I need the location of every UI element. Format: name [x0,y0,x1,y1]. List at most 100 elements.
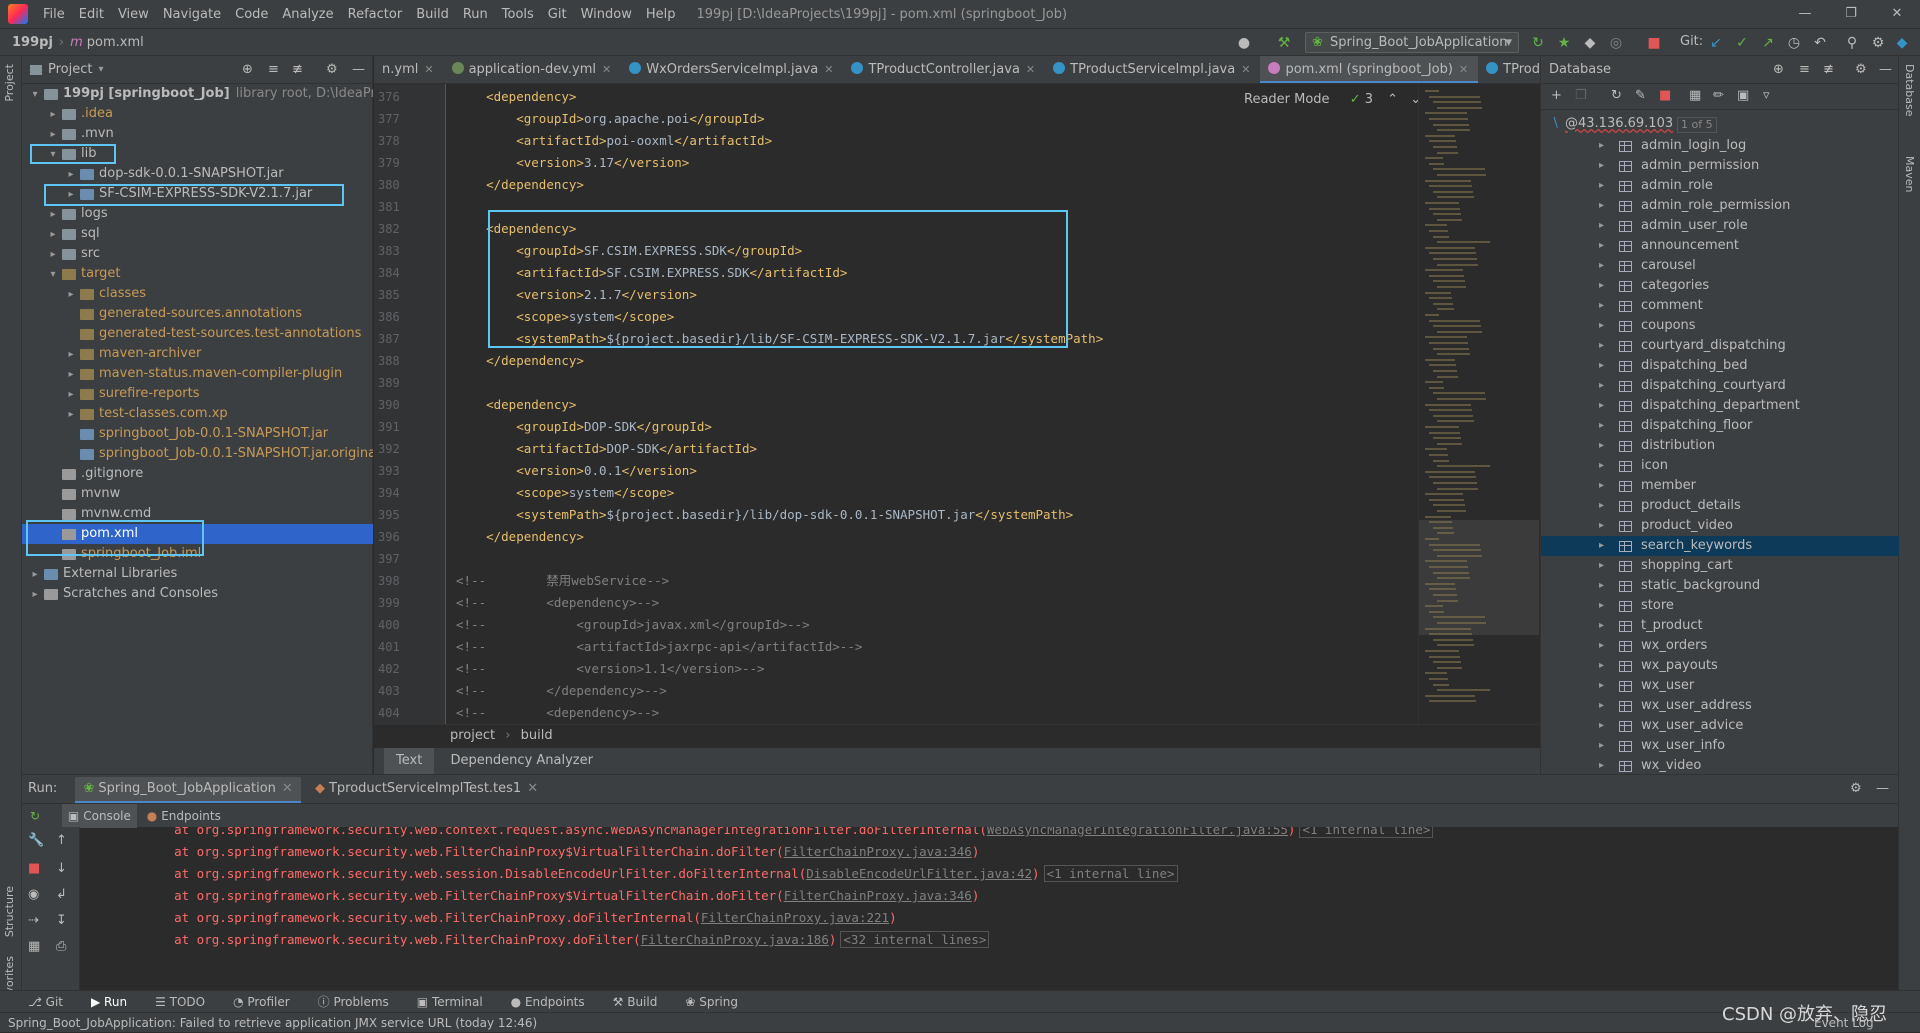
properties-icon[interactable]: ✎ [1635,88,1646,103]
search-icon[interactable]: ⚲ [1844,35,1860,51]
project-tree-item[interactable]: ▸ logs [22,204,373,224]
chevron-icon[interactable]: ▾ [46,265,60,284]
rollback-icon[interactable]: ↶ [1812,35,1828,51]
dependency-analyzer-tab[interactable]: Dependency Analyzer [438,748,605,774]
project-tree-item[interactable]: ▸ test-classes.com.xp [22,404,373,424]
project-tree-item[interactable]: mvnw [22,484,373,504]
scroll-to-end-icon[interactable]: ↧ [56,913,67,928]
stop-icon[interactable]: ■ [1659,88,1671,103]
chevron-right-icon[interactable]: ▸ [1599,256,1604,276]
chevron-right-icon[interactable]: ▸ [1599,176,1604,196]
menu-item-window[interactable]: Window [574,7,639,22]
chevron-icon[interactable]: ▸ [64,345,78,364]
chevron-icon[interactable]: ▸ [64,405,78,424]
settings-icon[interactable]: ⚙ [1870,35,1886,51]
crumb-project[interactable]: project [450,728,495,743]
run-tab-test[interactable]: ◆ TproductServiceImplTest.tes1 ✕ [315,781,538,796]
internal-lines-fold[interactable]: <32 internal lines> [840,931,990,948]
hide-icon[interactable]: — [1876,775,1889,803]
db-table-item[interactable]: ▸ dispatching_courtyard [1541,376,1899,396]
db-table-item[interactable]: ▸ wx_orders [1541,636,1899,656]
chevron-icon[interactable]: ▸ [28,585,42,604]
text-tab[interactable]: Text [384,748,435,777]
chevron-icon[interactable]: ▸ [64,285,78,304]
menu-item-view[interactable]: View [111,7,156,22]
db-table-item[interactable]: ▸ admin_login_log [1541,136,1899,156]
chevron-down-icon[interactable]: ▾ [98,64,103,75]
editor-tab[interactable]: pom.xml (springboot_Job) ✕ [1260,56,1479,83]
db-table-item[interactable]: ▸ announcement [1541,236,1899,256]
locate-icon[interactable]: ⊕ [242,62,253,77]
db-table-item[interactable]: ▸ wx_video [1541,756,1899,776]
collapse-all-icon[interactable]: ≢ [1823,62,1834,77]
db-table-item[interactable]: ▸ admin_user_role [1541,216,1899,236]
add-icon[interactable]: + [1551,88,1562,103]
wrench-icon[interactable]: 🔧 [28,833,44,848]
tool-window-endpoints[interactable]: ● Endpoints [497,995,585,1009]
menu-item-file[interactable]: File [36,7,72,22]
editor-tab[interactable]: WxOrdersServiceImpl.java ✕ [621,56,843,83]
chevron-icon[interactable]: ▸ [46,245,60,264]
db-table-item[interactable]: ▸ wx_user [1541,676,1899,696]
inspection-count[interactable]: 3 [1365,92,1373,107]
tool-window-build[interactable]: ⚒ Build [599,995,658,1009]
chevron-right-icon[interactable]: ▸ [1599,676,1604,696]
breadcrumb-project[interactable]: 199pj [0,35,53,50]
project-tree-item[interactable]: generated-test-sources.test-annotations [22,324,373,344]
rerun-icon[interactable]: ↻ [30,809,40,823]
locate-icon[interactable]: ⊕ [1773,62,1784,77]
chevron-right-icon[interactable]: ▸ [1599,136,1604,156]
editor-tab[interactable]: n.yml ✕ [374,56,444,83]
soft-wrap-icon[interactable]: ↲ [56,887,67,902]
account-icon[interactable]: ● [1236,35,1252,51]
menu-item-analyze[interactable]: Analyze [275,7,340,22]
db-table-item[interactable]: ▸ wx_payouts [1541,656,1899,676]
db-table-item[interactable]: ▸ store [1541,596,1899,616]
debug-icon[interactable]: ★ [1556,35,1572,51]
db-table-item[interactable]: ▸ product_video [1541,516,1899,536]
menu-item-code[interactable]: Code [228,7,275,22]
chevron-icon[interactable]: ▸ [28,565,42,584]
chevron-icon[interactable]: ▾ [28,85,42,104]
close-icon[interactable]: ✕ [1241,63,1250,76]
db-table-item[interactable]: ▸ dispatching_floor [1541,416,1899,436]
close-icon[interactable]: ✕ [527,781,538,796]
layout-icon[interactable]: ▦ [28,939,40,954]
chevron-right-icon[interactable]: ▸ [1599,236,1604,256]
db-table-item[interactable]: ▸ search_keywords [1541,536,1899,556]
structure-tool-tab[interactable]: Structure [3,886,16,937]
db-table-item[interactable]: ▸ admin_role [1541,176,1899,196]
chevron-icon[interactable]: ▸ [64,385,78,404]
hide-icon[interactable]: — [352,62,365,77]
chevron-right-icon[interactable]: ▸ [1599,336,1604,356]
close-icon[interactable]: ✕ [1026,63,1035,76]
close-icon[interactable]: ✕ [424,63,433,76]
project-tree-item[interactable]: springboot_Job-0.0.1-SNAPSHOT.jar [22,424,373,444]
tool-window-spring[interactable]: ❀ Spring [671,995,738,1009]
chevron-right-icon[interactable]: ▸ [1599,656,1604,676]
chevron-right-icon[interactable]: ▸ [1599,356,1604,376]
minimize-button[interactable]: — [1782,0,1828,28]
db-table-item[interactable]: ▸ t_product [1541,616,1899,636]
tool-window-run[interactable]: ▶ Run [77,995,127,1009]
chevron-right-icon[interactable]: ▸ [1599,516,1604,536]
database-tool-tab[interactable]: Database [1903,64,1916,117]
build-hammer-icon[interactable]: ⚒ [1276,35,1292,51]
menu-item-git[interactable]: Git [541,7,574,22]
breadcrumb-file[interactable]: pom.xml [83,35,144,50]
menu-item-tools[interactable]: Tools [495,7,541,22]
chevron-right-icon[interactable]: ▸ [1599,436,1604,456]
db-table-item[interactable]: ▸ icon [1541,456,1899,476]
chevron-right-icon[interactable]: ▸ [1599,376,1604,396]
close-window-button[interactable]: ✕ [1874,0,1920,28]
db-table-item[interactable]: ▸ admin_role_permission [1541,196,1899,216]
db-table-item[interactable]: ▸ courtyard_dispatching [1541,336,1899,356]
coverage-icon[interactable]: ◆ [1582,35,1598,51]
chevron-right-icon[interactable]: ▸ [1599,736,1604,756]
menu-item-navigate[interactable]: Navigate [156,7,228,22]
datasource-row[interactable]: ∖ @43.136.69.103 1 of 5 [1541,114,1898,134]
stop-icon[interactable]: ■ [1646,35,1662,51]
reader-mode-button[interactable]: Reader Mode [1244,92,1330,107]
db-table-item[interactable]: ▸ wx_user_info [1541,736,1899,756]
maven-tool-tab[interactable]: Maven [1903,156,1916,192]
